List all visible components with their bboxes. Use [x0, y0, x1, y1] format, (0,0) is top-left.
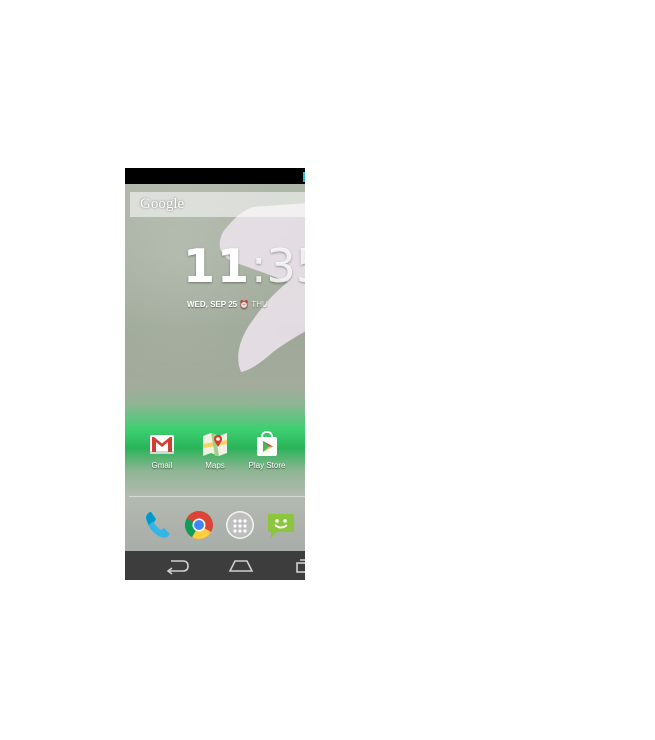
phone-icon[interactable]	[142, 509, 174, 541]
dock-divider	[129, 496, 305, 497]
app-gmail[interactable]: Gmail	[134, 430, 190, 470]
navigation-bar	[125, 551, 305, 580]
chrome-icon[interactable]	[183, 509, 215, 541]
clock-widget[interactable]: 11:35	[183, 240, 305, 292]
app-play-store[interactable]: Play Store	[239, 430, 295, 470]
date-text: WED, SEP 25	[187, 300, 238, 309]
home-icon[interactable]	[227, 557, 255, 575]
app-label: Maps	[205, 461, 225, 470]
back-icon[interactable]	[163, 557, 191, 575]
app-label: Gmail	[151, 461, 173, 470]
recents-icon[interactable]	[291, 557, 305, 575]
status-indicator	[303, 172, 305, 182]
app-drawer-icon[interactable]	[224, 509, 256, 541]
messaging-icon[interactable]	[265, 509, 297, 541]
play-store-icon	[257, 431, 277, 456]
clock-minutes: :35	[251, 239, 305, 293]
clock-hours: 11	[183, 239, 252, 293]
maps-icon	[203, 433, 227, 456]
app-maps[interactable]: Maps	[187, 430, 243, 470]
status-bar	[125, 168, 305, 184]
date-line: WED, SEP 25 ⏰ THU	[187, 300, 268, 309]
next-alarm: ⏰ THU	[237, 300, 268, 309]
google-search-label: Google	[140, 196, 185, 212]
google-search-bar[interactable]: Google	[130, 192, 305, 217]
gmail-icon	[150, 435, 174, 454]
phone-screen: Google 11:35 WED, SEP 25 ⏰ THU Gmail Map…	[125, 168, 305, 580]
app-label: Play Store	[248, 461, 286, 470]
